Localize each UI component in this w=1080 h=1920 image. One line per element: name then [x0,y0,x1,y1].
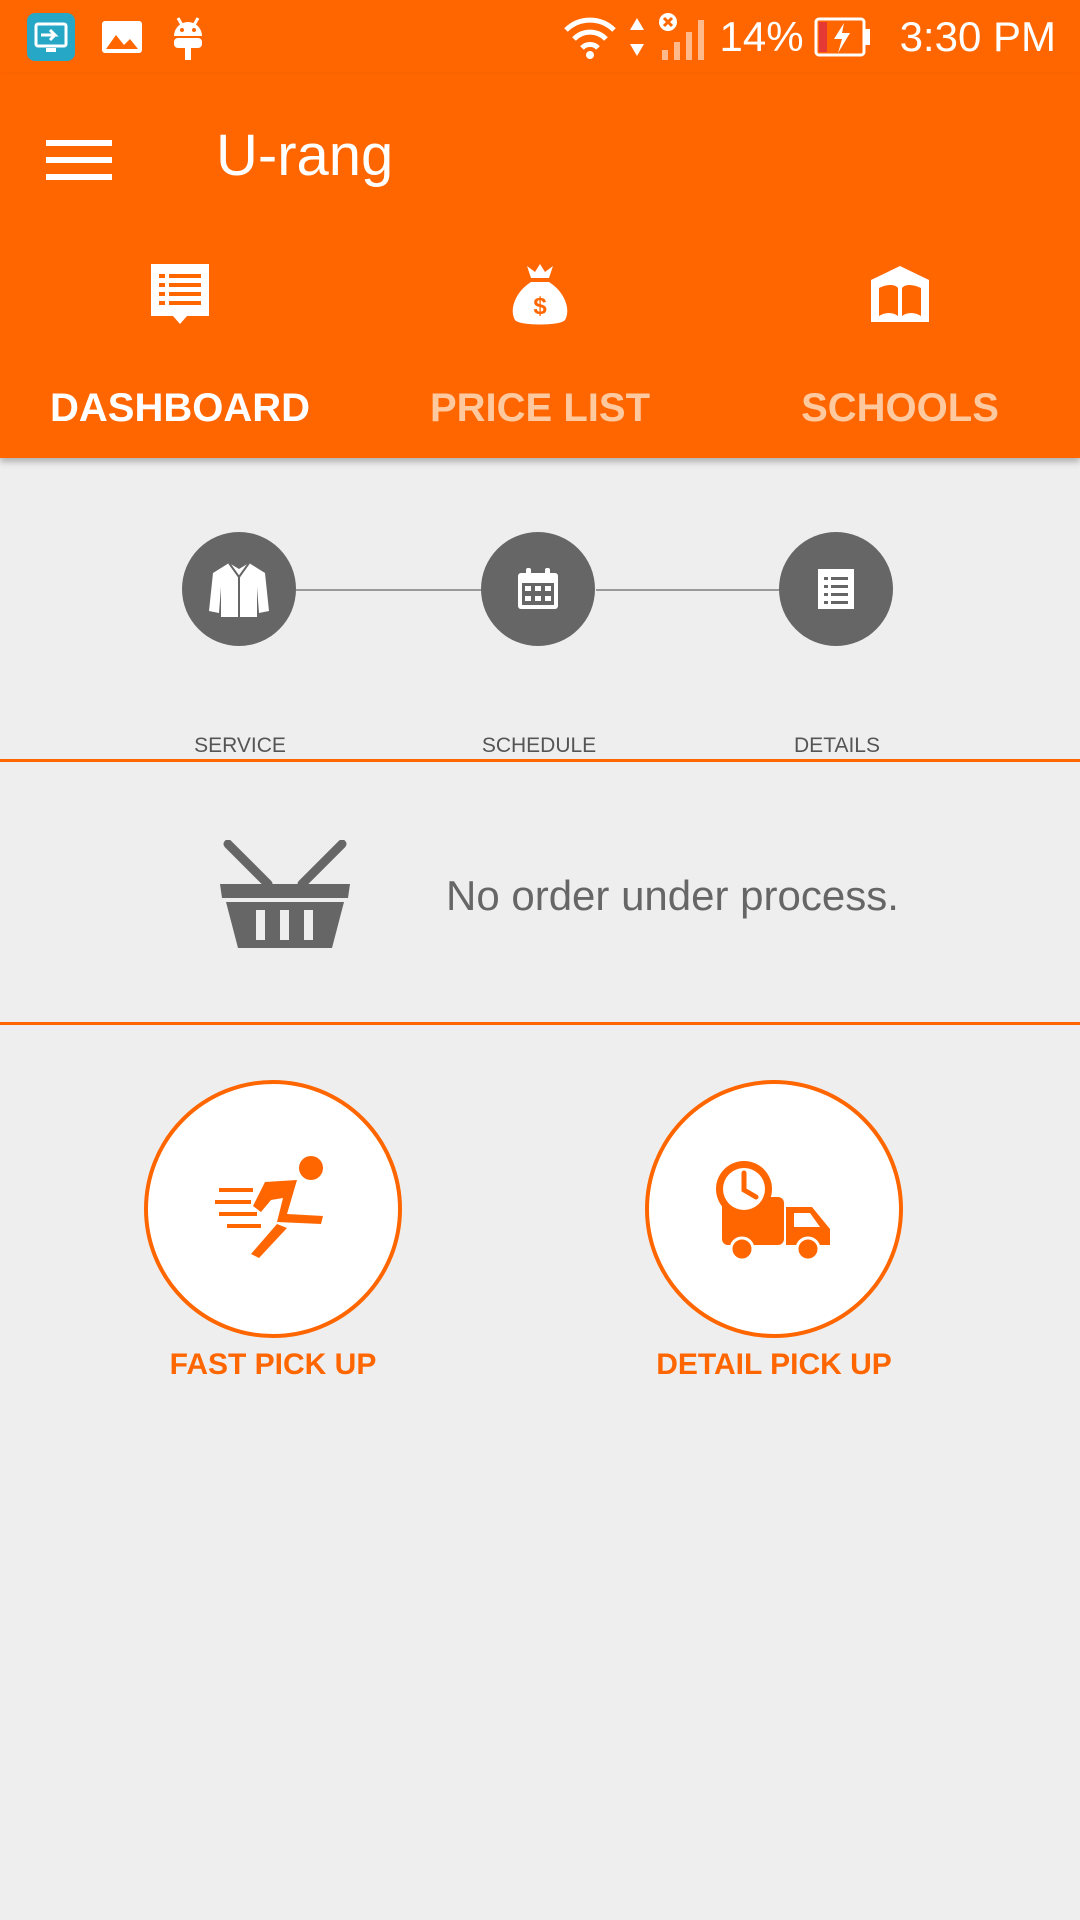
image-icon [102,21,142,53]
document-icon [818,569,854,609]
app-title: U-rang [216,123,394,188]
tab-price-list[interactable]: $ PRICE LIST [360,264,720,458]
tab-price-list-label: PRICE LIST [429,386,651,430]
tab-dashboard-label: DASHBOARD [50,386,310,430]
step-connector [596,589,780,591]
status-bar: 14% 3:30 PM [0,0,1080,74]
step-schedule[interactable]: SCHEDULE [481,532,597,757]
tab-dashboard[interactable]: DASHBOARD [0,264,360,458]
system-icons: 14% 3:30 PM [562,0,1056,74]
data-arrows-icon [629,18,644,56]
step-service[interactable]: SERVICE [182,532,298,757]
tab-bar: DASHBOARD $ PRICE LIST SCHOOLS [0,264,1080,458]
menu-icon[interactable] [46,134,112,186]
detail-pickup-label: DETAIL PICK UP [656,1348,892,1381]
book-icon [871,266,929,322]
step-schedule-label: SCHEDULE [481,734,597,757]
step-service-label: SERVICE [194,734,286,757]
dashboard-icon [151,264,209,324]
battery-charging-icon [814,17,870,57]
section-divider [0,1022,1080,1025]
signal-no-sim-icon [658,13,704,60]
notification-icons [26,10,208,64]
order-status-message: No order under process. [446,872,899,919]
basket-icon [220,840,350,948]
running-person-icon [215,1156,323,1258]
clock: 3:30 PM [899,13,1056,60]
svg-text:$: $ [533,293,547,320]
calendar-icon [518,568,558,609]
detail-pickup-button[interactable]: DETAIL PICK UP [645,1080,903,1381]
step-connector [296,589,482,591]
step-details[interactable]: DETAILS [779,532,895,757]
fast-pickup-button[interactable]: FAST PICK UP [144,1080,402,1381]
fast-pickup-label: FAST PICK UP [169,1348,377,1381]
app-bar: U-rang DASHBOARD $ PRICE LIST SCHOOLS [0,74,1080,458]
shirt-icon [209,562,269,617]
screen-cast-icon [27,13,75,61]
money-bag-icon: $ [512,264,568,325]
order-steps: SERVICE SCHEDULE DETAILS [0,458,1080,760]
order-status: No order under process. [0,762,1080,1024]
battery-percent: 14% [719,13,804,60]
android-icon [174,17,202,60]
delivery-truck-icon [716,1161,830,1261]
tab-schools[interactable]: SCHOOLS [720,264,1080,458]
tab-schools-label: SCHOOLS [801,386,999,430]
wifi-icon [563,17,616,59]
step-details-label: DETAILS [794,734,880,757]
